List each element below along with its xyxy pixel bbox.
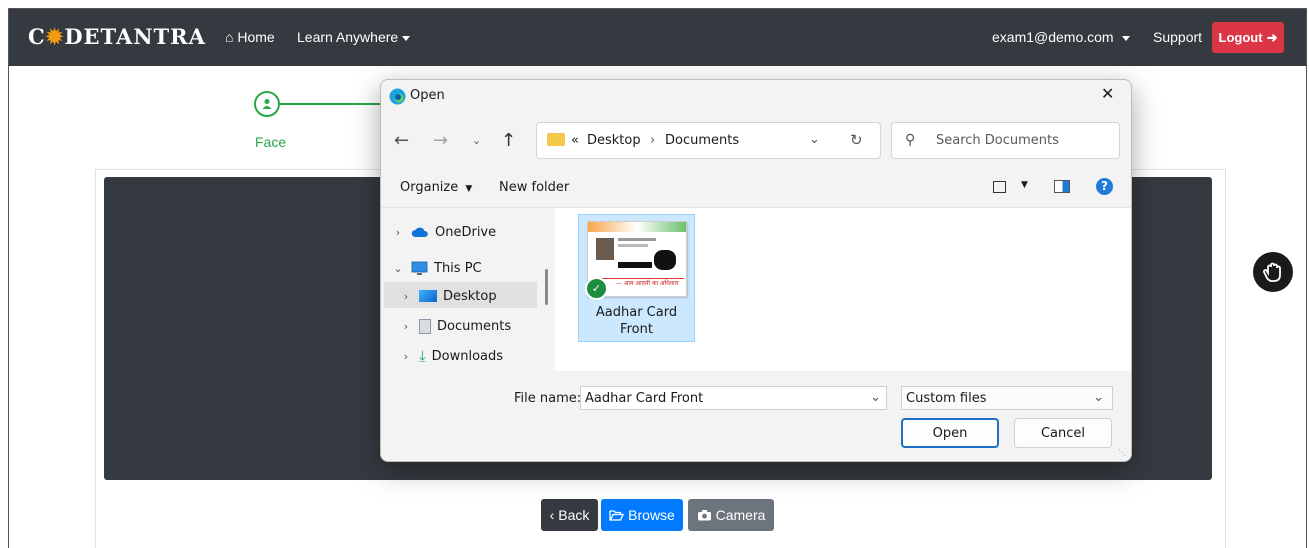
new-folder-button[interactable]: New folder [499,180,569,195]
nav-item-onedrive[interactable]: › OneDrive [391,220,496,244]
redaction-mark [618,262,652,268]
file-open-dialog: Open ✕ ← → ⌄ ↑ « Desktop › Documents ⌄ ↻… [380,79,1132,462]
gear-logo-icon: ✹ [45,24,65,49]
nav-item-documents[interactable]: › Documents [399,314,511,338]
breadcrumb-separator-icon: › [650,133,656,148]
caret-down-icon [1121,35,1130,41]
file-item-aadhar-card-front[interactable]: — आम आदमी का अधिकार ✓ Aadhar Card Front [578,214,695,342]
resize-grip-icon[interactable]: ⋱ [1118,448,1126,457]
chevron-right-icon: › [395,225,401,239]
organize-menu[interactable]: Organize ▼ [400,180,472,195]
chevron-down-icon: ⌄ [1093,390,1104,405]
forward-arrow-icon[interactable]: → [433,130,448,151]
caret-down-icon [402,35,411,41]
folder-open-icon [609,510,625,521]
chevron-left-icon: ‹ [549,507,555,523]
navigation-pane: › OneDrive ⌄ This PC › Desktop › Documen… [381,208,541,371]
breadcrumb-documents[interactable]: Documents [665,133,739,148]
chevron-right-icon: › [403,289,409,303]
camera-icon [697,510,711,521]
address-bar[interactable]: « Desktop › Documents ⌄ ↻ [536,122,881,159]
up-arrow-icon[interactable]: ↑ [501,130,516,151]
search-placeholder: Search Documents [936,133,1059,148]
browse-button[interactable]: Browse [601,499,683,531]
file-name-label-text: File name: [514,391,582,406]
card-footer-text: — आम आदमी का अधिकार [616,280,679,287]
open-button[interactable]: Open [901,418,999,448]
view-options-icon[interactable] [993,181,1006,193]
caret-down-icon: ▼ [465,184,473,194]
step-face-indicator [254,91,280,117]
recent-locations-chevron-icon[interactable]: ⌄ [472,134,481,147]
raise-hand-icon[interactable] [1253,252,1293,292]
address-dropdown-icon[interactable]: ⌄ [809,132,820,147]
breadcrumb-overflow[interactable]: « [571,133,579,148]
step-face-label: Face [255,134,287,150]
cloud-icon [411,227,428,237]
camera-button[interactable]: Camera [688,499,774,531]
file-name-label: Aadhar Card Front [595,305,678,337]
computer-icon [411,261,428,275]
desktop-folder-icon [419,290,437,302]
id-photo [596,238,614,260]
file-type-select[interactable]: Custom files ⌄ [901,386,1113,410]
nav-item-downloads[interactable]: › ⤓ Downloads [399,344,503,368]
cancel-button[interactable]: Cancel [1014,418,1112,448]
home-icon: ⌂ [225,29,234,45]
chevron-down-icon: ⌄ [393,261,403,275]
search-box[interactable]: ⚲ Search Documents [891,122,1120,159]
refresh-icon[interactable]: ↻ [850,131,863,149]
folder-icon [547,133,565,146]
breadcrumb-desktop[interactable]: Desktop [587,133,641,148]
view-caret-icon[interactable]: ▼ [1021,180,1028,190]
nav-item-this-pc[interactable]: ⌄ This PC [391,256,481,280]
nav-pane-scrollbar[interactable] [545,269,548,305]
top-navbar: C✹DETANTRA ⌂ Home Learn Anywhere exam1@d… [9,9,1306,66]
logout-button[interactable]: Logout ➜ [1212,22,1284,53]
file-name-input[interactable]: Aadhar Card Front ⌄ [580,386,887,410]
search-icon: ⚲ [905,132,916,148]
chevron-right-icon: › [403,319,409,333]
support-link[interactable]: Support [1153,29,1202,45]
nav-home-link[interactable]: ⌂ Home [225,29,275,45]
preview-pane-icon[interactable] [1054,180,1070,193]
sync-status-check-icon: ✓ [585,277,608,300]
nav-item-desktop[interactable]: › Desktop [399,284,497,308]
close-icon[interactable]: ✕ [1101,84,1114,103]
user-menu-dropdown[interactable]: exam1@demo.com [992,29,1130,45]
redaction-mark [654,250,676,270]
file-name-dropdown-icon[interactable]: ⌄ [870,390,881,405]
edge-browser-icon [389,88,406,105]
brand-logo[interactable]: C✹DETANTRA [28,24,206,49]
nav-learn-anywhere-dropdown[interactable]: Learn Anywhere [297,29,411,45]
step-connector [280,103,395,105]
user-icon [262,99,272,109]
back-button[interactable]: ‹ Back [541,499,598,531]
download-icon: ⤓ [419,347,426,365]
documents-icon [419,318,431,334]
sign-out-icon: ➜ [1266,29,1278,45]
back-arrow-icon[interactable]: ← [394,130,409,151]
dialog-title: Open [410,88,445,103]
chevron-right-icon: › [403,349,409,363]
help-icon[interactable]: ? [1096,178,1113,195]
